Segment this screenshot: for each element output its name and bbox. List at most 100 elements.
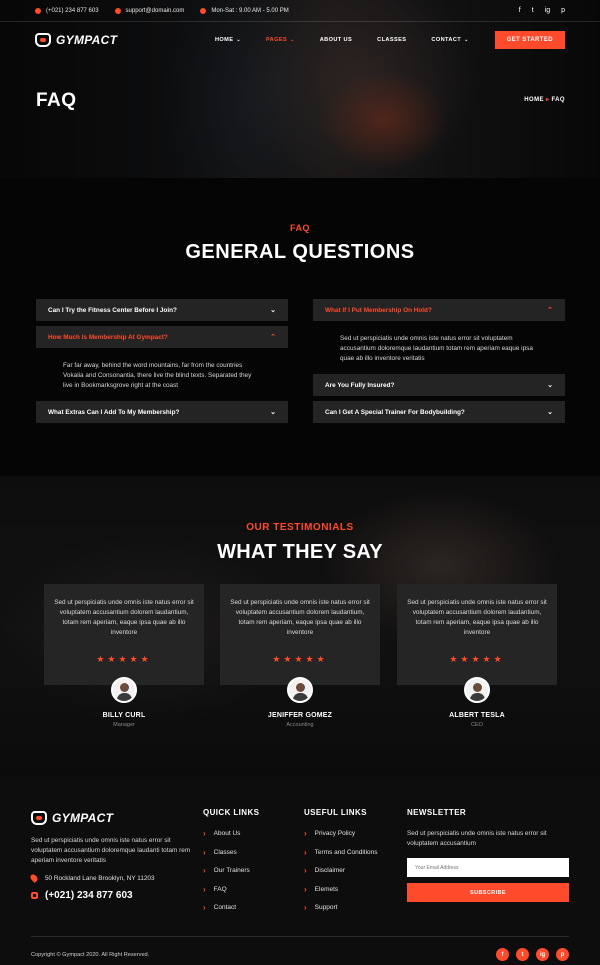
pinterest-icon[interactable]: p	[556, 948, 569, 961]
chevron-down-icon: ⌄	[236, 37, 241, 43]
main-nav: GYMPACT HOME ⌄ PAGES ⌄ ABOUT US CLASSES CO…	[35, 29, 565, 51]
logo-icon	[31, 811, 47, 825]
twitter-icon[interactable]: t	[532, 7, 534, 14]
phone-icon	[31, 892, 38, 899]
testimonial-text: Sed ut perspiciatis unde omnis iste natu…	[54, 599, 194, 636]
phone-icon	[35, 7, 41, 14]
quick-links: QUICK LINKS About Us Classes Our Trainer…	[203, 808, 259, 922]
faq-answer: Sed ut perspiciatis unde omnis iste natu…	[340, 335, 533, 362]
chevron-down-icon: ⌄	[547, 409, 553, 416]
faq-question[interactable]: Can I Get A Special Trainer For Bodybuil…	[313, 401, 565, 423]
topbar-phone[interactable]: (+021) 234 877 603	[35, 7, 99, 14]
page-title: FAQ	[36, 90, 77, 111]
footer-bottom: Copyright © Gympact 2020. All Right Rese…	[31, 936, 569, 961]
chevron-up-icon: ⌃	[547, 307, 553, 314]
footer-link[interactable]: Contact	[203, 903, 259, 912]
faq-question[interactable]: What Extras Can I Add To My Membership? ⌄	[36, 401, 288, 423]
chevron-down-icon: ⌄	[270, 307, 276, 314]
chevron-down-icon: ⌄	[290, 37, 295, 43]
star-icon: ★★★★★	[449, 654, 505, 664]
chevron-down-icon: ⌄	[547, 382, 553, 389]
topbar-hours: Mon-Sat : 9.00 AM - 5.00 PM	[200, 7, 289, 14]
nav-home[interactable]: HOME ⌄	[215, 37, 241, 43]
hero-banner: (+021) 234 877 603 support@domain.com Mo…	[0, 0, 600, 178]
twitter-icon[interactable]: t	[516, 948, 529, 961]
instagram-icon[interactable]: ig	[536, 948, 549, 961]
mail-icon	[114, 7, 121, 14]
topbar-email[interactable]: support@domain.com	[114, 7, 184, 14]
quick-links-title: QUICK LINKS	[203, 808, 260, 817]
faq-question[interactable]: Can I Try the Fitness Center Before I Jo…	[36, 299, 288, 321]
avatar	[464, 677, 490, 703]
testimonial-card: Sed ut perspiciatis unde omnis iste natu…	[220, 584, 380, 728]
top-bar: (+021) 234 877 603 support@domain.com Mo…	[0, 0, 600, 22]
clock-icon	[200, 7, 207, 14]
location-icon	[29, 873, 39, 883]
newsletter: NEWSLETTER Sed ut perspiciatis unde omni…	[407, 808, 569, 902]
footer-link[interactable]: Disclaimer	[304, 866, 378, 875]
footer-link[interactable]: Our Trainers	[203, 866, 259, 875]
newsletter-title: NEWSLETTER	[407, 808, 467, 817]
footer-link[interactable]: FAQ	[203, 885, 259, 894]
testimonial-name: ALBERT TESLA	[449, 712, 505, 719]
chevron-down-icon: ⌄	[270, 409, 276, 416]
nav-about-us[interactable]: ABOUT US	[320, 37, 352, 43]
useful-links: USEFUL LINKS Privacy Policy Terms and Co…	[304, 808, 378, 922]
faq-column-left: Can I Try the Fitness Center Before I Jo…	[36, 299, 288, 428]
testimonials-kicker: OUR TESTIMONIALS	[246, 522, 354, 533]
faq-section: FAQ GENERAL QUESTIONS Can I Try the Fitn…	[0, 178, 600, 476]
footer-social: f t ig p	[496, 948, 569, 961]
facebook-icon[interactable]: f	[496, 948, 509, 961]
testimonial-card: Sed ut perspiciatis unde omnis iste natu…	[397, 584, 557, 728]
footer-phone[interactable]: (+021) 234 877 603	[31, 890, 133, 901]
faq-column-right: What If I Put Membership On Hold? ⌃ Sed u…	[313, 299, 565, 428]
breadcrumb: HOME ▸ FAQ	[524, 96, 565, 103]
testimonial-text: Sed ut perspiciatis unde omnis iste natu…	[407, 599, 547, 636]
testimonials-section: OUR TESTIMONIALS WHAT THEY SAY Sed ut pe…	[0, 476, 600, 776]
footer-address: 50 Rockland Lane Brooklyn, NY 11203	[29, 873, 155, 883]
testimonial-name: BILLY CURL	[102, 712, 146, 719]
footer-link[interactable]: Terms and Conditions	[304, 848, 378, 857]
breadcrumb-separator-icon: ▸	[545, 97, 550, 103]
copyright: Copyright © Gympact 2020. All Right Rese…	[31, 951, 150, 958]
testimonial-name: JENIFFER GOMEZ	[267, 712, 333, 719]
instagram-icon[interactable]: ig	[545, 7, 550, 14]
logo[interactable]: GYMPACT	[35, 33, 117, 47]
nav-contact[interactable]: CONTACT ⌄	[431, 37, 468, 43]
star-icon: ★★★★★	[96, 654, 152, 664]
pinterest-icon[interactable]: p	[561, 7, 565, 14]
logo-icon	[35, 33, 51, 47]
useful-links-title: USEFUL LINKS	[304, 808, 367, 817]
nav-classes[interactable]: CLASSES	[377, 37, 406, 43]
breadcrumb-current: FAQ	[551, 97, 565, 103]
avatar	[111, 677, 137, 703]
topbar-social: f t ig p	[519, 7, 565, 14]
footer-link[interactable]: Privacy Policy	[304, 829, 378, 838]
get-started-button[interactable]: GET STARTED	[494, 31, 565, 49]
faq-question-open[interactable]: How Much Is Membership At Gympact? ⌃	[36, 326, 288, 348]
breadcrumb-home[interactable]: HOME	[524, 97, 544, 103]
footer-link[interactable]: Support	[304, 903, 378, 912]
nav-pages[interactable]: PAGES ⌄	[266, 37, 295, 43]
facebook-icon[interactable]: f	[519, 7, 521, 14]
subscribe-button[interactable]: SUBSCRIBE	[407, 883, 569, 902]
avatar	[287, 677, 313, 703]
newsletter-text: Sed ut perspiciatis unde omnis iste natu…	[407, 830, 547, 847]
faq-answer: Far far away, behind the word mountains,…	[63, 362, 252, 389]
footer-link[interactable]: Elemets	[304, 885, 378, 894]
faq-heading: GENERAL QUESTIONS	[185, 241, 415, 263]
testimonial-card: Sed ut perspiciatis unde omnis iste natu…	[44, 584, 204, 728]
footer-link[interactable]: Classes	[203, 848, 259, 857]
footer-link[interactable]: About Us	[203, 829, 259, 838]
newsletter-email-input[interactable]	[407, 858, 569, 877]
testimonial-role: Accounting	[286, 722, 314, 728]
faq-kicker: FAQ	[289, 223, 310, 233]
faq-question-open[interactable]: What If I Put Membership On Hold? ⌃	[313, 299, 565, 321]
chevron-down-icon: ⌄	[464, 37, 469, 43]
footer-about: Sed ut perspiciatis unde omnis iste natu…	[31, 837, 191, 864]
star-icon: ★★★★★	[272, 654, 328, 664]
footer-logo[interactable]: GYMPACT	[31, 811, 113, 825]
faq-question[interactable]: Are You Fully Insured? ⌄	[313, 374, 565, 396]
testimonial-text: Sed ut perspiciatis unde omnis iste natu…	[230, 599, 370, 636]
testimonial-role: Manager	[113, 722, 135, 728]
